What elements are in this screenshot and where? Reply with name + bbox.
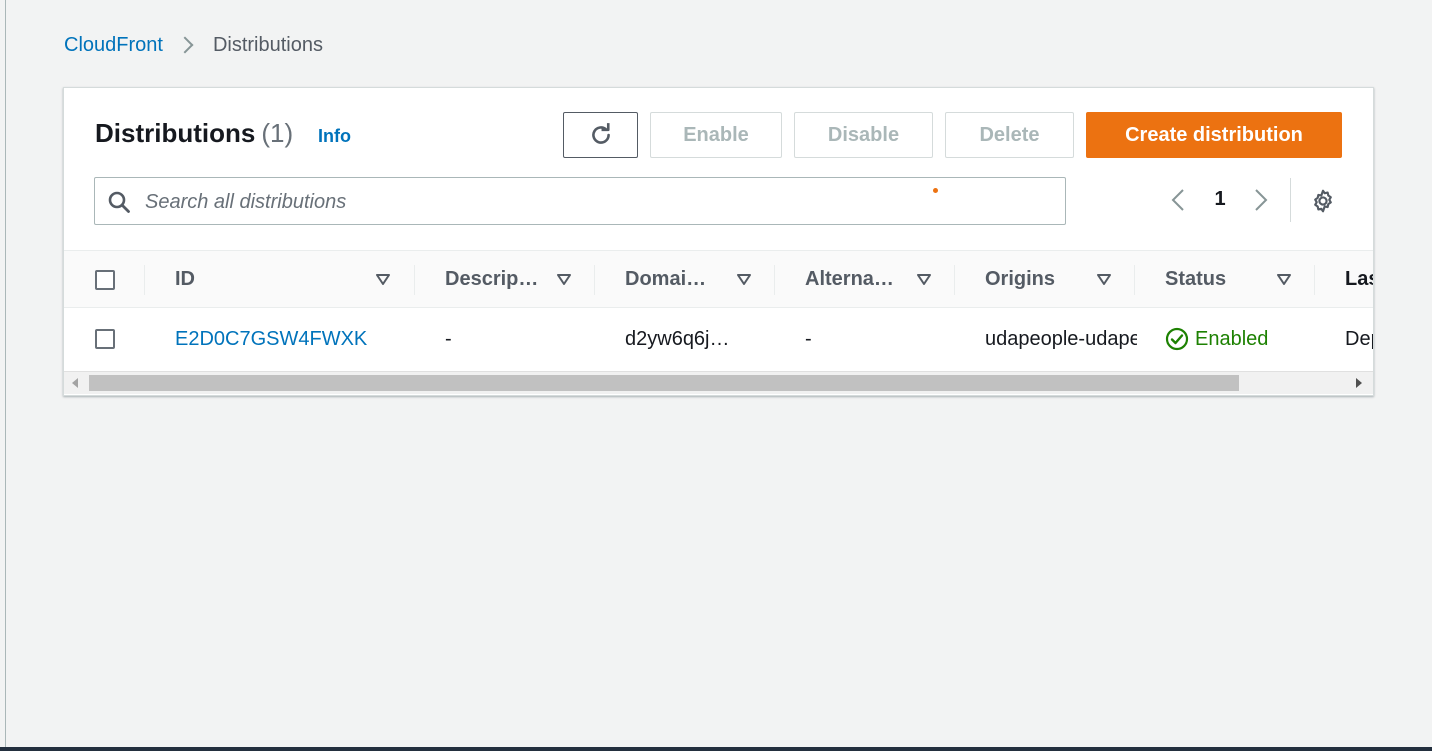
distribution-count: (1): [261, 118, 294, 148]
select-all-checkbox[interactable]: [95, 270, 115, 290]
chevron-left-icon: [1171, 189, 1184, 211]
info-link[interactable]: Info: [318, 126, 351, 147]
column-header-status[interactable]: Status: [1165, 251, 1315, 307]
left-edge-rail: [0, 0, 6, 751]
table-row: E2D0C7GSW4FWXK - d2yw6q6j… - udapeople-u…: [64, 308, 1373, 370]
column-header-id[interactable]: ID: [175, 251, 415, 307]
search-icon: [108, 191, 130, 213]
gear-icon: [1314, 189, 1332, 213]
cell-description: -: [445, 327, 452, 350]
search-input[interactable]: [143, 178, 1047, 226]
refresh-icon: [591, 123, 610, 144]
sort-down-icon: [917, 274, 931, 285]
panel-title-text: Distributions: [95, 118, 256, 148]
column-header-label: Origins: [985, 267, 1056, 290]
column-header-label: Alterna…: [805, 267, 894, 290]
disable-button[interactable]: Disable: [794, 112, 933, 158]
current-page-number[interactable]: 1: [1212, 188, 1228, 211]
table-header: ID Descrip… Domai… Alterna… Origins Stat…: [64, 250, 1373, 308]
cell-origins: udapeople-udapeople: [985, 327, 1137, 350]
column-header-label: ID: [175, 267, 195, 290]
search-box: [94, 177, 1066, 226]
column-separator: [954, 265, 955, 295]
sort-down-icon: [376, 274, 390, 285]
scrollbar-thumb[interactable]: [89, 375, 1239, 391]
check-circle-icon: [1165, 327, 1189, 351]
breadcrumb-cloudfront-link[interactable]: CloudFront: [64, 34, 163, 57]
bottom-bar: [0, 747, 1432, 751]
status-text: Enabled: [1195, 327, 1269, 350]
column-header-label: Domai…: [625, 267, 707, 290]
page-title: Distributions (1): [95, 118, 293, 149]
notification-dot: [933, 188, 938, 193]
status-badge: Enabled: [1165, 327, 1268, 351]
column-separator: [414, 265, 415, 295]
row-select-checkbox[interactable]: [95, 329, 115, 349]
column-header-last-modified[interactable]: Las: [1345, 251, 1373, 307]
scroll-right-arrow-icon[interactable]: [1356, 378, 1362, 388]
sort-down-icon: [737, 274, 751, 285]
pager-divider: [1290, 178, 1291, 222]
column-header-alternate-domain[interactable]: Alterna…: [805, 251, 955, 307]
column-header-label: Descrip…: [445, 267, 539, 290]
column-separator: [144, 265, 145, 295]
column-header-description[interactable]: Descrip…: [445, 251, 595, 307]
cell-status: Enabled: [1165, 308, 1325, 370]
breadcrumb-current: Distributions: [212, 33, 323, 56]
sort-down-icon: [1277, 274, 1291, 285]
breadcrumb: CloudFront Distributions: [64, 32, 323, 58]
column-header-origins[interactable]: Origins: [985, 251, 1135, 307]
column-header-label: Status: [1165, 267, 1227, 290]
delete-button[interactable]: Delete: [945, 112, 1074, 158]
column-separator: [594, 265, 595, 295]
chevron-right-icon: [176, 36, 194, 54]
chevron-right-icon: [1255, 189, 1268, 211]
cell-id: E2D0C7GSW4FWXK: [175, 308, 405, 370]
preferences-button[interactable]: [1310, 188, 1336, 219]
distribution-id-link[interactable]: E2D0C7GSW4FWXK: [175, 328, 367, 351]
column-separator: [774, 265, 775, 295]
column-separator: [1134, 265, 1135, 295]
refresh-button[interactable]: [563, 112, 638, 158]
cell-last-modified: Dep: [1345, 327, 1373, 350]
distributions-panel: Distributions (1) Info Enable Disable Del…: [63, 87, 1374, 396]
scroll-left-arrow-icon[interactable]: [72, 378, 78, 388]
sort-down-icon: [557, 274, 571, 285]
horizontal-scrollbar[interactable]: [64, 371, 1373, 394]
sort-down-icon: [1097, 274, 1111, 285]
column-header-domain[interactable]: Domai…: [625, 251, 775, 307]
cell-alternate-domain: -: [805, 327, 812, 350]
create-distribution-button[interactable]: Create distribution: [1086, 112, 1342, 158]
column-header-label: Las: [1345, 267, 1373, 290]
enable-button[interactable]: Enable: [650, 112, 782, 158]
next-page-button[interactable]: [1254, 188, 1268, 217]
cell-domain: d2yw6q6j…: [625, 327, 730, 350]
column-separator: [1314, 265, 1315, 295]
previous-page-button[interactable]: [1171, 188, 1185, 217]
